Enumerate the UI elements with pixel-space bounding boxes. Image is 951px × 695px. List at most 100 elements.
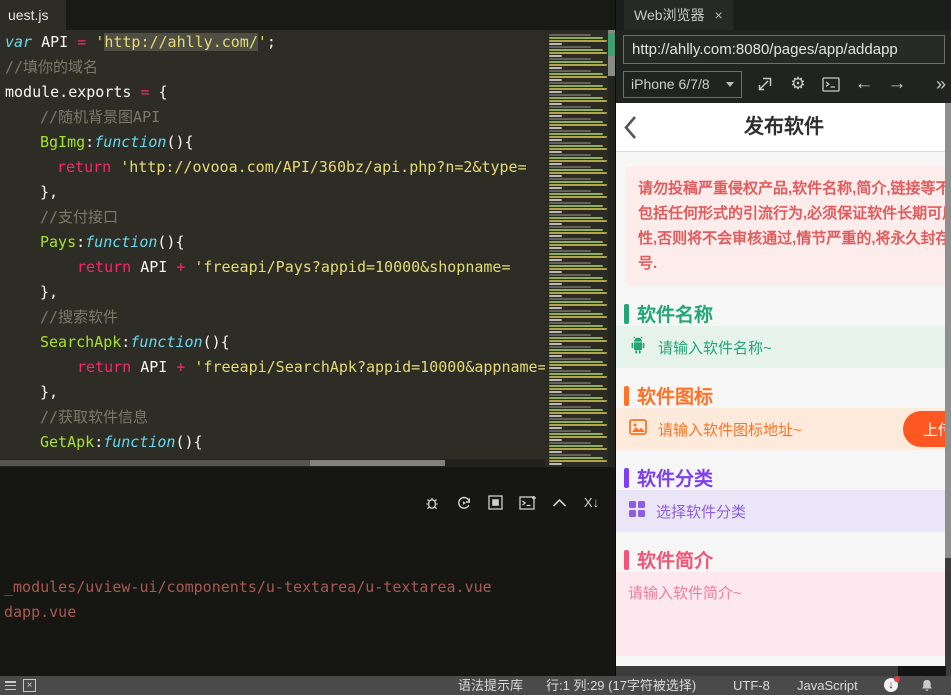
bell-icon[interactable] [920,678,934,695]
code-line[interactable]: }, [0,280,545,305]
minimap-line [549,76,607,78]
preview-vertical-scrollbar[interactable] [945,103,951,666]
minimap-line [549,430,591,432]
minimap-line [549,193,603,195]
minimap-line [549,271,562,273]
section-title: 软件简介 [637,551,714,572]
settings-gear-icon[interactable]: ⚙ [788,74,808,94]
code-line[interactable]: return API + 'freeapi/Pays?appid=10000&s… [0,255,545,280]
browser-tab[interactable]: Web浏览器 × [624,0,733,30]
code-editor[interactable]: var API = 'http://ahlly.com/';//填你的域名 mod… [0,30,545,459]
code-line[interactable]: }, [0,380,545,405]
console-output-line: _modules/uview-ui/components/u-textarea/… [4,578,492,596]
scrollbar-thumb[interactable] [945,103,951,558]
overflow-menu-icon[interactable]: » [936,74,946,95]
scrollbar-thumb[interactable] [608,30,615,76]
section-accent-bar [624,303,629,324]
minimap-line [549,79,562,81]
minimap-line [549,73,603,75]
minimap-line [549,433,603,435]
close-icon[interactable]: × [715,7,723,23]
minimap-line [549,244,607,246]
code-line[interactable]: }, [0,180,545,205]
code-line[interactable]: GetApk:function(){ [0,430,545,455]
minimap-line [549,160,607,162]
category-select[interactable]: 选择软件分类 [616,490,951,532]
app-name-input[interactable]: 请输入软件名称~ [616,326,951,368]
code-line[interactable]: module.exports = { [0,80,545,105]
clear-console-icon[interactable]: X↓ [582,493,601,512]
app-icon-url-input[interactable]: 请输入软件图标地址~ 上传图片 [616,408,951,450]
forward-arrow-icon[interactable]: → [887,73,907,94]
url-input[interactable] [623,35,945,64]
hbuilderx-window: uest.js var API = 'http://ahlly.com/';//… [0,0,951,695]
notification-badge [894,676,900,682]
minimap-line [549,262,591,264]
minimap-line [549,208,607,210]
back-arrow-icon[interactable]: ← [854,73,874,94]
update-download-icon[interactable]: ↓ [884,676,900,692]
debug-bug-icon[interactable] [422,493,441,512]
code-line[interactable]: return 'http://ovooa.com/API/360bz/api.p… [0,155,545,180]
code-line[interactable]: var API = 'http://ahlly.com/'; [0,30,545,55]
code-line[interactable]: SearchApk:function(){ [0,330,545,355]
device-selector[interactable]: iPhone 6/7/8 [623,70,742,98]
editor-tab-requestjs[interactable]: uest.js [0,0,67,30]
collapse-panel-icon[interactable] [550,493,569,512]
code-minimap[interactable] [545,30,608,467]
console-toolbar: X↓ [422,493,601,512]
browser-tab-label: Web浏览器 [634,7,705,23]
code-line[interactable]: //随机背景图API [0,105,545,130]
minimap-line [549,202,591,204]
minimap-line [549,133,603,135]
code-line[interactable]: BgImg:function(){ [0,130,545,155]
section-accent-bar [624,385,629,406]
language-mode-status[interactable]: JavaScript [797,676,858,695]
code-line[interactable]: Pays:function(){ [0,230,545,255]
minimap-line [549,307,562,309]
stop-icon[interactable] [486,493,505,512]
code-line[interactable]: //支付接口 [0,205,545,230]
restart-icon[interactable] [454,493,473,512]
minimap-line [549,136,607,138]
minimap-line [549,358,591,360]
upload-image-button[interactable]: 上传图片 [903,411,951,447]
syntax-lib-status[interactable]: 语法提示库 [458,676,523,695]
minimap-line [549,352,607,354]
minimap-line [549,322,591,324]
minimap-line [549,85,603,87]
scrollbar-thumb[interactable] [898,666,946,676]
minimap-line [549,250,591,252]
minimap-line [549,253,603,255]
minimap-line [549,415,562,417]
minimap-line [549,205,603,207]
minimap-line [549,241,603,243]
code-line[interactable]: //搜索软件 [0,305,545,330]
minimap-line [549,277,603,279]
minimap-line [549,238,591,240]
editor-vertical-scrollbar[interactable] [608,30,615,467]
code-line[interactable]: //填你的域名 [0,55,545,80]
minimap-line [549,400,607,402]
minimap-line [549,445,603,447]
preview-horizontal-scrollbar[interactable] [616,666,951,676]
new-terminal-icon[interactable] [518,493,537,512]
minimap-line [549,373,603,375]
minimap-line [549,292,607,294]
panel-toggle-icon[interactable] [5,681,16,690]
minimap-line [549,331,562,333]
web-browser-panel: Web浏览器 × iPhone 6/7/8 ⚙ ← → » [615,0,951,676]
editor-horizontal-scrollbar[interactable] [0,459,545,467]
console-toggle-icon[interactable]: × [23,679,36,692]
minimap-line [549,286,591,288]
code-line[interactable]: return API + 'freeapi/SearchApk?appid=10… [0,355,545,380]
intro-textarea[interactable]: 请输入软件简介~ [616,572,951,656]
section-app-category: 软件分类 选择软件分类 [616,465,951,532]
open-external-icon[interactable] [755,74,775,94]
encoding-status[interactable]: UTF-8 [733,676,770,695]
minimap-line [549,211,562,213]
terminal-icon[interactable] [821,74,841,94]
cursor-position-status[interactable]: 行:1 列:29 (17字符被选择) [546,676,696,695]
code-line[interactable]: //获取软件信息 [0,405,545,430]
minimap-line [549,100,607,102]
